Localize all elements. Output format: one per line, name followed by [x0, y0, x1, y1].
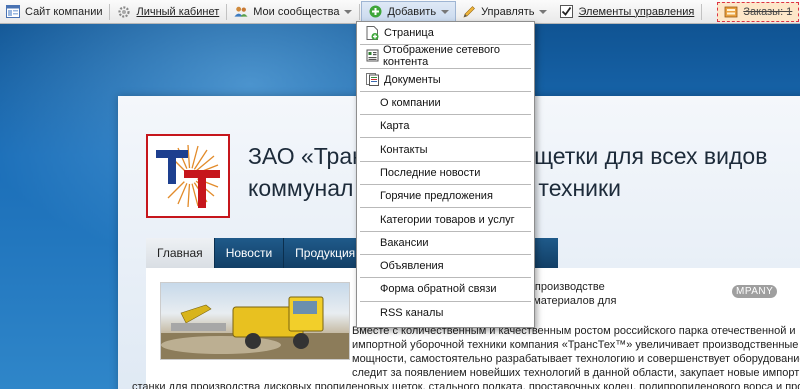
checkbox-icon[interactable]: [559, 5, 573, 19]
documents-icon: [366, 72, 380, 87]
personal-cabinet-link[interactable]: Личный кабинет: [111, 0, 225, 24]
menu-item-network-content[interactable]: Отображение сетевого контента: [360, 44, 531, 69]
manage-menu-label: Управлять: [481, 5, 535, 18]
menu-item-label: Страница: [384, 27, 434, 40]
menu-item-feedback-form[interactable]: Форма обратной связи: [360, 278, 531, 302]
pencil-icon: [462, 5, 476, 19]
menu-item-label: Документы: [384, 73, 441, 86]
add-menu-label: Добавить: [387, 5, 437, 18]
menu-item-contacts[interactable]: Контакты: [360, 138, 531, 162]
title-line1-end: и щетки для всех видов: [514, 143, 768, 169]
controls-label: Элементы управления: [578, 5, 695, 18]
orders-label: Заказы: 1: [743, 5, 793, 18]
personal-cabinet-label: Личный кабинет: [136, 5, 220, 18]
intro-text-line4: импортной уборочной техники компания «Тр…: [352, 339, 799, 351]
intro-text-line5: мощности, самостоятельно разрабатывает т…: [352, 353, 800, 365]
nav-tab-products[interactable]: Продукция: [284, 238, 368, 268]
orders-button[interactable]: Заказы: 1: [717, 1, 800, 22]
site-company-label: Сайт компании: [25, 5, 103, 18]
menu-item-rss-feeds[interactable]: RSS каналы: [360, 302, 531, 325]
chevron-down-icon: [539, 9, 548, 14]
plus-circle-icon: [368, 5, 382, 19]
company-logo: [146, 134, 230, 218]
menu-item-label: Отображение сетевого контента: [383, 44, 501, 69]
window-icon: [6, 5, 20, 19]
menu-item-product-categories[interactable]: Категории товаров и услуг: [360, 208, 531, 232]
menu-item-latest-news[interactable]: Последние новости: [360, 162, 531, 186]
site-nav: Главная Новости Продукция: [146, 238, 368, 268]
network-content-icon: [366, 49, 379, 63]
cart-icon: [724, 5, 738, 19]
users-icon: [234, 5, 248, 19]
nav-tab-home[interactable]: Главная: [146, 238, 215, 268]
title-line2-end: техники: [538, 175, 621, 201]
chevron-down-icon: [441, 9, 450, 14]
site-company-link[interactable]: Сайт компании: [0, 0, 108, 24]
toolbar-divider: [109, 3, 111, 20]
menu-item-hot-offers[interactable]: Горячие предложения: [360, 185, 531, 209]
manage-menu[interactable]: Управлять: [456, 0, 553, 24]
my-communities-label: Мои сообщества: [253, 5, 340, 18]
intro-text-line6: следит за появлением новейших технологий…: [352, 367, 800, 379]
menu-item-documents[interactable]: Документы: [360, 69, 531, 92]
toolbar-divider: [226, 3, 228, 20]
intro-text-line7: станки для производства дисковых пропиле…: [132, 381, 800, 389]
nav-tab-news[interactable]: Новости: [214, 238, 285, 268]
menu-item-page[interactable]: Страница: [360, 22, 531, 46]
menu-item-announcements[interactable]: Объявления: [360, 255, 531, 279]
toolbar-divider: [359, 3, 361, 20]
page-add-icon: [366, 26, 380, 41]
menu-item-map[interactable]: Карта: [360, 115, 531, 139]
my-communities-menu[interactable]: Мои сообщества: [228, 0, 358, 24]
menu-item-about-company[interactable]: О компании: [360, 92, 531, 116]
menu-item-vacancies[interactable]: Вакансии: [360, 232, 531, 255]
add-dropdown-menu: Страница Отображение сетевого контента Д…: [356, 21, 535, 328]
gear-icon: [117, 5, 131, 19]
title-line2-start: коммунал: [248, 175, 354, 201]
controls-toggle[interactable]: Элементы управления: [553, 0, 700, 24]
title-line1-start: ЗАО «Тран: [248, 143, 365, 169]
toolbar-divider: [701, 3, 703, 20]
watermark-badge: MPANY: [732, 285, 778, 298]
chevron-down-icon: [344, 9, 353, 14]
product-image: [160, 282, 350, 360]
add-menu-button[interactable]: Добавить: [361, 0, 457, 23]
